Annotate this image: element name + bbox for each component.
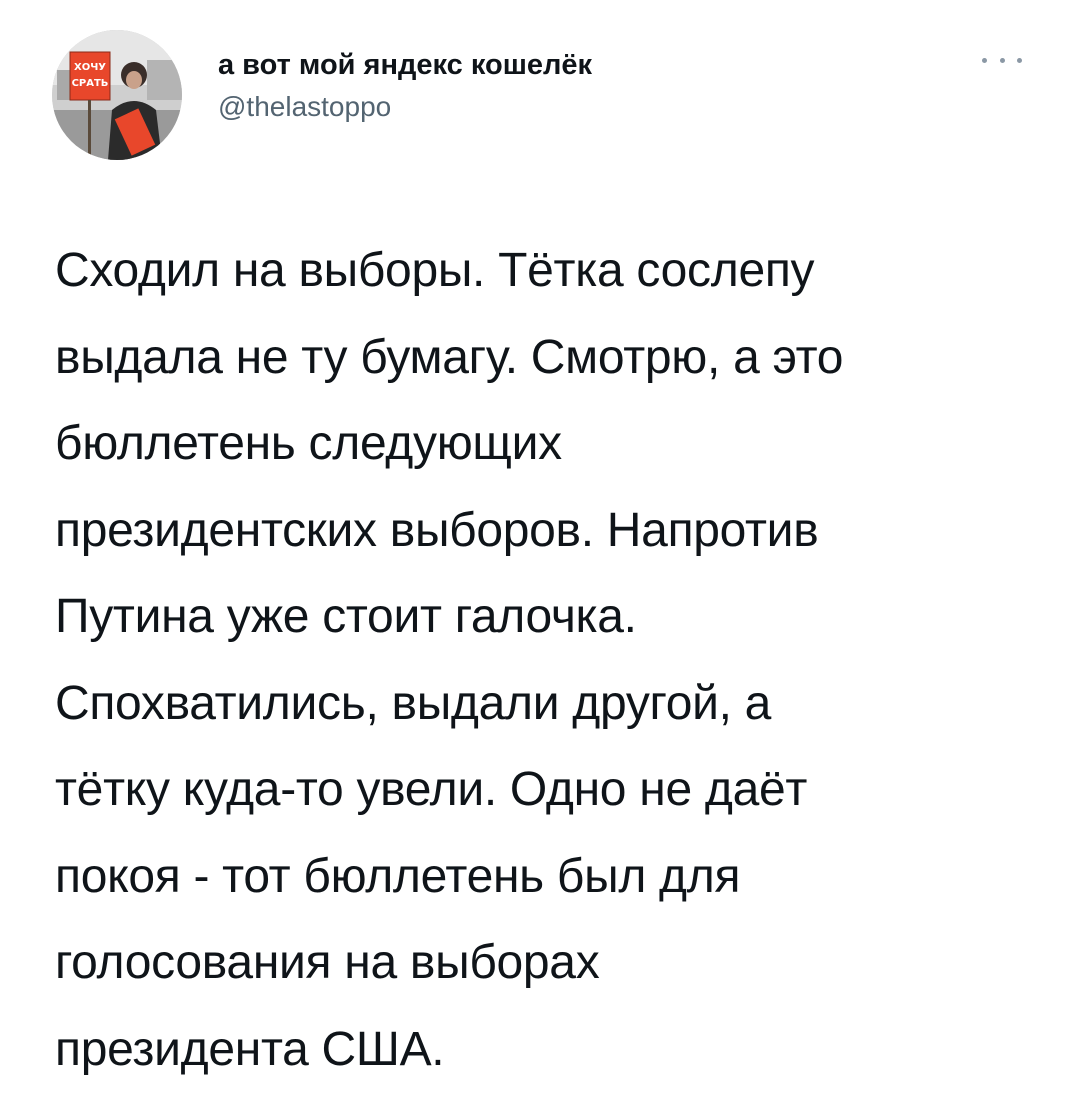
author-names: а вот мой яндекс кошелёк @thelastoppo	[218, 45, 592, 127]
dot	[982, 57, 987, 63]
sign-text-line-1: ХОЧУ	[74, 62, 106, 73]
dot	[999, 57, 1005, 63]
more-options-icon[interactable]	[982, 50, 1022, 70]
dot	[1017, 57, 1022, 63]
display-name[interactable]: а вот мой яндекс кошелёк	[218, 45, 592, 85]
tweet-header: ХОЧУ СРАТЬ а вот мой яндекс кошелёк @the…	[52, 30, 1032, 160]
tweet-card: ХОЧУ СРАТЬ а вот мой яндекс кошелёк @the…	[0, 0, 1082, 1080]
sign-text-line-2: СРАТЬ	[72, 78, 109, 89]
profile-photo-icon: ХОЧУ СРАТЬ	[52, 30, 182, 160]
tweet-text: Сходил на выборы. Тётка сослепу выдала н…	[55, 244, 844, 1076]
username-handle[interactable]: @thelastoppo	[218, 87, 592, 127]
avatar[interactable]: ХОЧУ СРАТЬ	[52, 30, 182, 160]
